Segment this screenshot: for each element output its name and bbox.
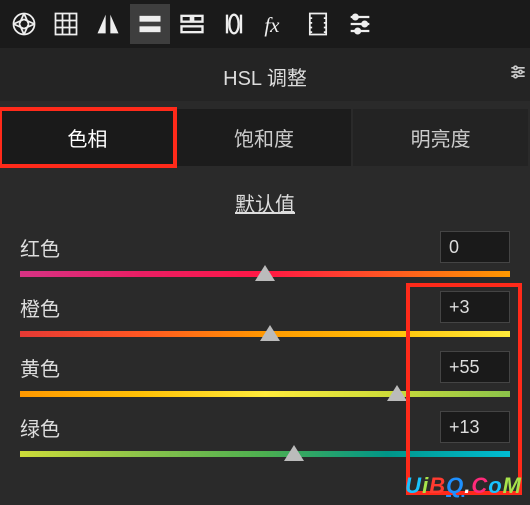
slider-thumb-orange[interactable] [260,325,280,341]
slider-label-red: 红色 [20,233,60,262]
slider-thumb-yellow[interactable] [387,385,407,401]
slider-value-red[interactable] [440,231,510,263]
gradient-green [20,451,510,457]
fx-icon[interactable]: fx [256,4,296,44]
lens-icon[interactable] [214,4,254,44]
panel-title-bar: HSL 调整 [0,48,530,101]
aperture-icon[interactable] [4,4,44,44]
slider-label-green: 绿色 [20,413,60,442]
slider-value-green[interactable] [440,411,510,443]
slider-thumb-green[interactable] [284,445,304,461]
slider-thumb-red[interactable] [255,265,275,281]
mirror-icon[interactable] [88,4,128,44]
split-icon[interactable] [172,4,212,44]
slider-label-yellow: 黄色 [20,353,60,382]
hsl-icon[interactable] [130,4,170,44]
gradient-yellow [20,391,510,397]
sliders-icon[interactable] [340,4,380,44]
settings-icon[interactable] [508,62,528,88]
default-link[interactable]: 默认值 [235,194,295,216]
watermark: UiBQ.CoM [405,473,522,499]
film-icon[interactable] [298,4,338,44]
slider-value-yellow[interactable] [440,351,510,383]
slider-row-yellow: 黄色 [20,351,510,399]
slider-track-yellow[interactable] [20,389,510,399]
slider-row-red: 红色 [20,231,510,279]
slider-row-orange: 橙色 [20,291,510,339]
slider-row-green: 绿色 [20,411,510,459]
svg-text:fx: fx [264,13,280,37]
slider-value-orange[interactable] [440,291,510,323]
default-link-row: 默认值 [0,170,530,231]
tab-saturation[interactable]: 饱和度 [177,109,352,166]
slider-track-red[interactable] [20,269,510,279]
grid-icon[interactable] [46,4,86,44]
tab-lightness[interactable]: 明亮度 [353,109,528,166]
slider-track-green[interactable] [20,449,510,459]
sliders-panel: 红色 橙色 黄色 绿色 [0,231,530,459]
toolbar: fx [0,0,530,48]
slider-track-orange[interactable] [20,329,510,339]
tabs: 色相 饱和度 明亮度 [0,109,530,166]
slider-label-orange: 橙色 [20,293,60,322]
tab-hue[interactable]: 色相 [0,109,175,166]
panel-title: HSL 调整 [223,68,307,90]
